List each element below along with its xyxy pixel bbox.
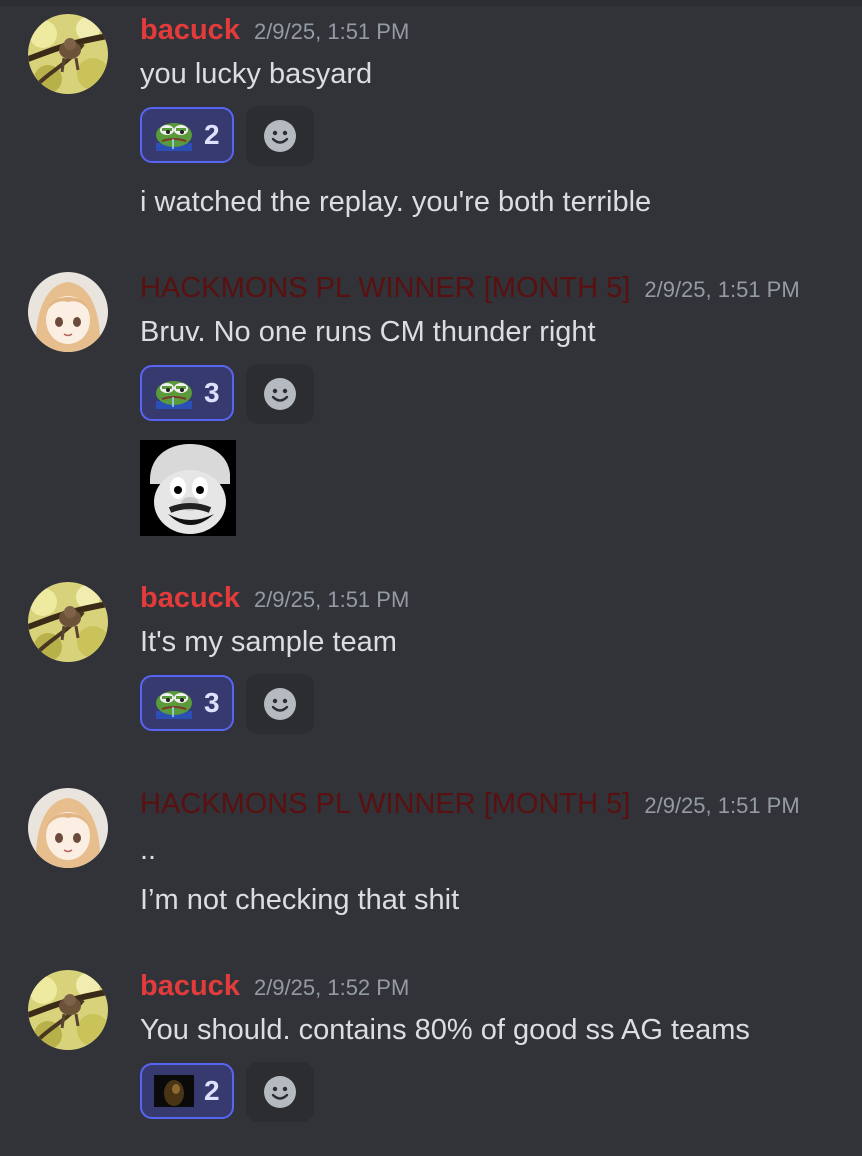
message-text: Bruv. No one runs CM thunder right [140,316,596,348]
timestamp[interactable]: 2/9/25, 1:51 PM [644,793,799,818]
reaction-count: 2 [204,119,220,150]
pepe-frog-icon [154,687,194,719]
add-reaction-button[interactable] [246,1062,314,1122]
message-text: I’m not checking that shit [140,884,460,916]
username[interactable]: HACKMONS PL WINNER [MONTH 5] [140,272,630,304]
reaction-count: 3 [204,687,220,718]
reaction-count: 2 [204,1075,220,1106]
smile-icon [263,377,297,411]
timestamp[interactable]: 2/9/25, 1:51 PM [254,19,409,44]
add-reaction-button[interactable] [246,364,314,424]
dark-face-icon [154,1075,194,1107]
avatar[interactable] [28,582,108,662]
username[interactable]: bacuck [140,970,240,1002]
username[interactable]: bacuck [140,14,240,46]
avatar[interactable] [28,14,108,94]
smile-icon [263,687,297,721]
pepe-frog-icon [154,377,194,409]
message-text: You should. contains 80% of good ss AG t… [140,1014,750,1046]
reaction-count: 3 [204,377,220,408]
message-text: .. [140,834,157,866]
username[interactable]: bacuck [140,582,240,614]
avatar[interactable] [28,970,108,1050]
message-header: HACKMONS PL WINNER [MONTH 5] 2/9/25, 1:51… [140,272,800,305]
username[interactable]: HACKMONS PL WINNER [MONTH 5] [140,788,630,820]
message-text: i watched the replay. you're both terrib… [140,186,652,218]
reaction-button[interactable]: 2 [140,107,234,163]
timestamp[interactable]: 2/9/25, 1:51 PM [644,277,799,302]
message-text: It's my sample team [140,626,397,658]
chat-message-list: bacuck 2/9/25, 1:51 PM you lucky basyard … [0,0,862,1156]
message-header: bacuck 2/9/25, 1:51 PM [140,582,409,615]
smile-icon [263,1075,297,1109]
add-reaction-button[interactable] [246,674,314,734]
add-reaction-button[interactable] [246,106,314,166]
reaction-button[interactable]: 2 [140,1063,234,1119]
avatar[interactable] [28,788,108,868]
pepe-frog-icon [154,119,194,151]
message-header: HACKMONS PL WINNER [MONTH 5] 2/9/25, 1:51… [140,788,800,821]
reaction-button[interactable]: 3 [140,365,234,421]
timestamp[interactable]: 2/9/25, 1:51 PM [254,587,409,612]
message-text: you lucky basyard [140,58,373,90]
smile-icon [263,119,297,153]
message-header: bacuck 2/9/25, 1:52 PM [140,970,409,1003]
mario-sticker[interactable] [140,440,236,536]
timestamp[interactable]: 2/9/25, 1:52 PM [254,975,409,1000]
message-header: bacuck 2/9/25, 1:51 PM [140,14,409,47]
channel-divider [0,0,862,6]
reaction-button[interactable]: 3 [140,675,234,731]
avatar[interactable] [28,272,108,352]
